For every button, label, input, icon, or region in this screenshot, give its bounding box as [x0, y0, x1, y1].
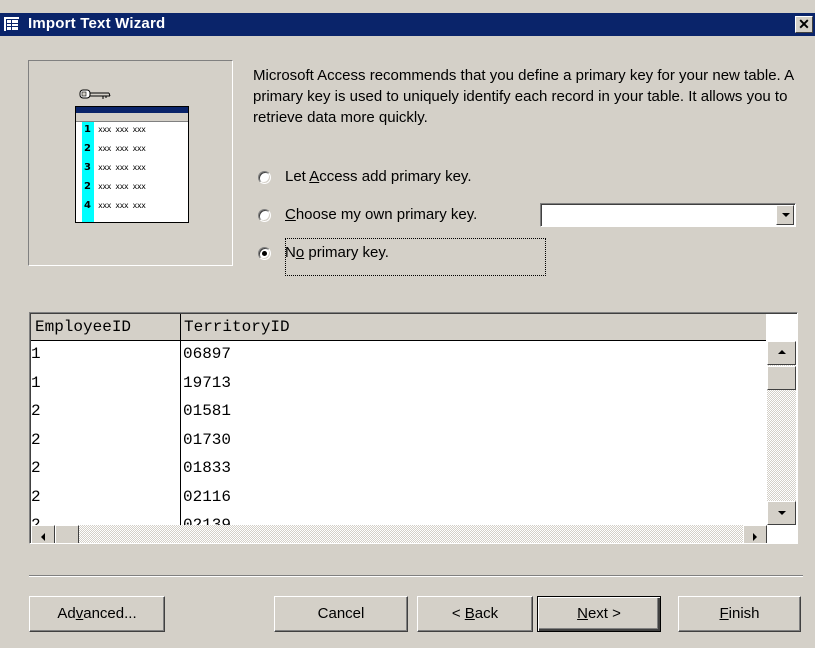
- primary-key-field-combo[interactable]: [540, 203, 796, 227]
- combo-dropdown-button[interactable]: [776, 205, 794, 225]
- mini-row-key: 3: [84, 162, 91, 173]
- scroll-right-button[interactable]: [743, 525, 767, 543]
- cell-territoryid: 02116: [183, 488, 232, 506]
- mini-table: 1 xxx xxx xxx 2 xxx xxx xxx 3 xxx xxx xx…: [75, 106, 189, 223]
- primary-key-illustration: 1 xxx xxx xxx 2 xxx xxx xxx 3 xxx xxx xx…: [28, 60, 233, 266]
- advanced-button[interactable]: Advanced...: [29, 596, 165, 632]
- window-icon[interactable]: [4, 17, 19, 31]
- finish-button[interactable]: Finish: [678, 596, 801, 632]
- option-label[interactable]: Let Access add primary key.: [285, 168, 472, 185]
- mini-row-text: xxx xxx xxx: [98, 144, 146, 153]
- grid-header: EmployeeID TerritoryID: [31, 314, 766, 341]
- option-label[interactable]: Choose my own primary key.: [285, 206, 477, 223]
- radio-access-add-key[interactable]: [258, 171, 271, 184]
- table-row: 2 01833: [31, 456, 766, 480]
- scroll-up-button[interactable]: [767, 341, 796, 365]
- cancel-button[interactable]: Cancel: [274, 596, 408, 632]
- table-row: 1 19713: [31, 371, 766, 395]
- table-row: 2 01581: [31, 399, 766, 423]
- mini-row-text: xxx xxx xxx: [98, 182, 146, 191]
- cell-territoryid: 06897: [183, 345, 232, 363]
- scroll-corner: [767, 314, 796, 341]
- mini-row: 4 xxx xxx xxx: [76, 200, 188, 214]
- cell-territoryid: 01581: [183, 402, 232, 420]
- arrow-right-icon: [753, 533, 757, 541]
- table-row: 1 06897: [31, 342, 766, 366]
- arrow-up-icon: [778, 350, 786, 354]
- footer-separator: [29, 575, 803, 577]
- mini-row-text: xxx xxx xxx: [98, 125, 146, 134]
- table-row: 2 01730: [31, 428, 766, 452]
- data-preview-grid[interactable]: EmployeeID TerritoryID 1 06897 1 19713 2…: [29, 312, 798, 544]
- horizontal-scrollbar[interactable]: [31, 525, 767, 543]
- wizard-description: Microsoft Access recommends that you def…: [253, 67, 794, 126]
- mini-row-key: 1: [84, 124, 91, 135]
- cell-employeeid: 1: [31, 345, 41, 363]
- radio-choose-own-key[interactable]: [258, 209, 271, 222]
- scroll-left-button[interactable]: [31, 525, 55, 543]
- vertical-scrollbar[interactable]: [767, 341, 796, 525]
- mini-row: 2 xxx xxx xxx: [76, 143, 188, 157]
- cell-employeeid: 2: [31, 402, 41, 420]
- option-label[interactable]: No primary key.: [285, 244, 389, 261]
- mini-row-text: xxx xxx xxx: [98, 163, 146, 172]
- next-button[interactable]: Next >: [537, 596, 661, 632]
- title-bar: Import Text Wizard ✕: [0, 13, 815, 36]
- mini-row-text: xxx xxx xxx: [98, 201, 146, 210]
- close-button[interactable]: ✕: [795, 16, 813, 33]
- column-separator[interactable]: [180, 314, 181, 341]
- cell-employeeid: 1: [31, 374, 41, 392]
- mini-row: 3 xxx xxx xxx: [76, 162, 188, 176]
- mini-row-key: 2: [84, 181, 91, 192]
- window-title: Import Text Wizard: [28, 15, 166, 32]
- cell-employeeid: 2: [31, 488, 41, 506]
- mini-table-column-header: [76, 113, 188, 122]
- cell-territoryid: 19713: [183, 374, 232, 392]
- chevron-down-icon: [782, 213, 790, 217]
- arrow-down-icon: [778, 511, 786, 515]
- cell-employeeid: 2: [31, 459, 41, 477]
- arrow-left-icon: [41, 533, 45, 541]
- mini-row-key: 2: [84, 143, 91, 154]
- column-header-employeeid[interactable]: EmployeeID: [35, 318, 131, 336]
- column-header-territoryid[interactable]: TerritoryID: [184, 318, 290, 336]
- mini-row: 2 xxx xxx xxx: [76, 181, 188, 195]
- mini-row-key: 4: [84, 200, 91, 211]
- back-button[interactable]: < Back: [417, 596, 533, 632]
- radio-no-primary-key[interactable]: [258, 247, 271, 260]
- vertical-scroll-thumb[interactable]: [767, 366, 796, 390]
- cell-territoryid: 01833: [183, 459, 232, 477]
- scroll-down-button[interactable]: [767, 501, 796, 525]
- cell-territoryid: 01730: [183, 431, 232, 449]
- mini-row: 1 xxx xxx xxx: [76, 124, 188, 138]
- key-icon: [79, 89, 111, 99]
- cell-employeeid: 2: [31, 431, 41, 449]
- horizontal-scroll-thumb[interactable]: [55, 525, 79, 543]
- table-row: 2 02116: [31, 485, 766, 509]
